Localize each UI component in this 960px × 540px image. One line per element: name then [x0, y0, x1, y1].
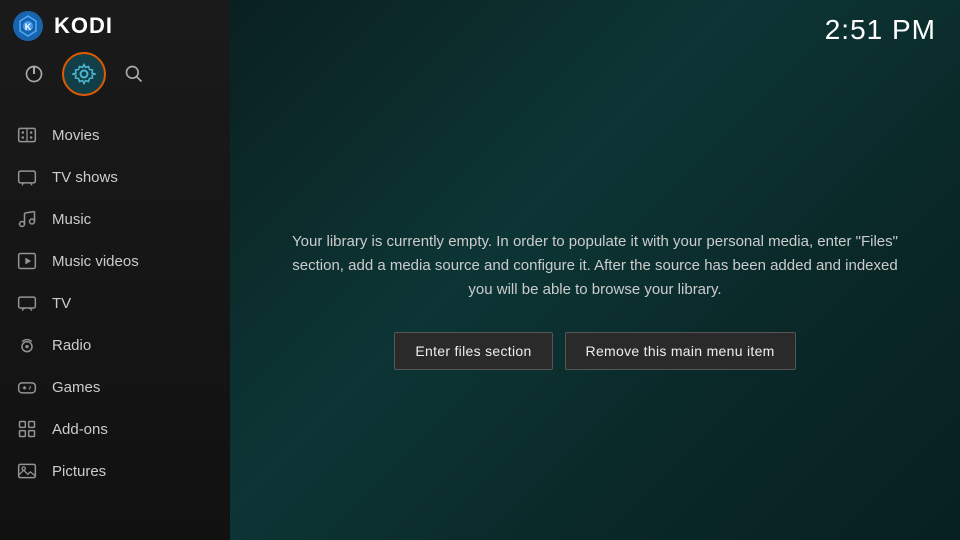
sidebar: K KODI: [0, 0, 230, 540]
add-ons-icon: [16, 418, 38, 440]
settings-button[interactable]: [62, 52, 106, 96]
tv-icon: [16, 292, 38, 314]
pictures-label: Pictures: [52, 463, 106, 480]
sidebar-item-music[interactable]: Music: [0, 198, 230, 240]
sidebar-header: K KODI: [0, 0, 230, 52]
pictures-icon: [16, 460, 38, 482]
search-button[interactable]: [116, 56, 152, 92]
games-label: Games: [52, 379, 100, 396]
sidebar-item-games[interactable]: Games: [0, 366, 230, 408]
action-buttons: Enter files section Remove this main men…: [394, 332, 795, 370]
power-icon: [24, 64, 44, 84]
tv-label: TV: [52, 295, 71, 312]
sidebar-item-movies[interactable]: Movies: [0, 114, 230, 156]
main-content: 2:51 PM Your library is currently empty.…: [230, 0, 960, 540]
sidebar-item-music-videos[interactable]: Music videos: [0, 240, 230, 282]
kodi-logo-icon: K: [12, 10, 44, 42]
tv-shows-label: TV shows: [52, 169, 118, 186]
movies-icon: [16, 124, 38, 146]
music-videos-label: Music videos: [52, 253, 139, 270]
library-empty-message: Your library is currently empty. In orde…: [290, 230, 900, 302]
remove-menu-item-button[interactable]: Remove this main menu item: [565, 332, 796, 370]
app-title: KODI: [54, 13, 113, 39]
music-icon: [16, 208, 38, 230]
sidebar-item-add-ons[interactable]: Add-ons: [0, 408, 230, 450]
games-icon: [16, 376, 38, 398]
tv-shows-icon: [16, 166, 38, 188]
nav-items-list: Movies TV shows Music Music videos: [0, 106, 230, 540]
sidebar-item-tv-shows[interactable]: TV shows: [0, 156, 230, 198]
music-label: Music: [52, 211, 91, 228]
radio-label: Radio: [52, 337, 91, 354]
app-container: K KODI: [0, 0, 960, 540]
movies-label: Movies: [52, 127, 100, 144]
enter-files-section-button[interactable]: Enter files section: [394, 332, 552, 370]
header-actions: [4, 52, 230, 106]
settings-gear-icon: [72, 62, 96, 86]
top-bar: 2:51 PM: [230, 0, 960, 60]
content-area: Your library is currently empty. In orde…: [230, 60, 960, 540]
music-videos-icon: [16, 250, 38, 272]
search-icon: [124, 64, 144, 84]
svg-text:K: K: [25, 22, 32, 32]
sidebar-item-radio[interactable]: Radio: [0, 324, 230, 366]
power-button[interactable]: [16, 56, 52, 92]
sidebar-item-tv[interactable]: TV: [0, 282, 230, 324]
sidebar-item-pictures[interactable]: Pictures: [0, 450, 230, 492]
add-ons-label: Add-ons: [52, 421, 108, 438]
clock-display: 2:51 PM: [825, 14, 936, 46]
radio-icon: [16, 334, 38, 356]
